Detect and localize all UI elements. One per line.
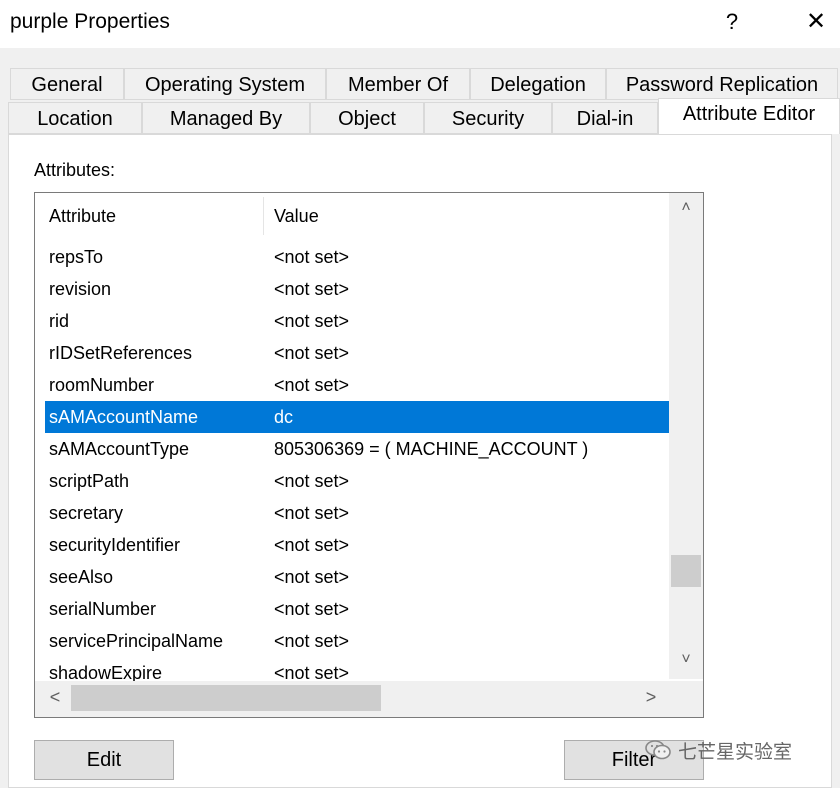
list-row-samaccounttype[interactable]: sAMAccountType 805306369 = ( MACHINE_ACCO… [35,433,669,465]
attribute-value: <not set> [274,279,350,299]
attribute-name: seeAlso [49,567,114,587]
attribute-name: secretary [49,503,124,523]
scroll-up-icon[interactable]: ˄ [669,199,703,229]
horizontal-scrollbar[interactable]: < > [35,681,703,717]
tab-dial-in[interactable]: Dial-in [552,102,658,134]
horizontal-scroll-thumb[interactable] [71,685,381,711]
chat-bubbles-icon [645,740,671,760]
vertical-scroll-thumb[interactable] [671,555,701,587]
list-row-serviceprincipalname[interactable]: servicePrincipalName <not set> [35,625,669,657]
close-button[interactable]: ✕ [796,4,836,40]
watermark: 七芒星实验室 [644,736,792,764]
attribute-name: repsTo [49,247,104,267]
list-row-ridsetreferences[interactable]: rIDSetReferences <not set> [35,337,669,369]
attribute-value: <not set> [274,503,350,523]
attribute-name: rIDSetReferences [49,343,193,363]
scroll-right-icon[interactable]: > [639,687,663,711]
tab-operating-system[interactable]: Operating System [124,68,326,100]
vertical-scrollbar[interactable]: ˄ ˅ [669,193,703,679]
title-bar: purple Properties ? ✕ [0,0,840,48]
attribute-value: <not set> [274,375,350,395]
list-row-repsto[interactable]: repsTo <not set> [35,241,669,273]
attribute-value: <not set> [274,247,350,267]
tab-member-of[interactable]: Member Of [326,68,470,100]
tab-password-replication[interactable]: Password Replication [606,68,838,100]
attribute-name: roomNumber [49,375,155,395]
help-button[interactable]: ? [712,4,752,40]
tab-location[interactable]: Location [8,102,142,134]
tab-attribute-editor[interactable]: Attribute Editor [658,98,840,134]
column-header-value[interactable]: Value [274,193,319,239]
list-row-securityidentifier[interactable]: securityIdentifier <not set> [35,529,669,561]
tab-delegation[interactable]: Delegation [470,68,606,100]
attribute-name: scriptPath [49,471,130,491]
column-header-attribute[interactable]: Attribute [49,193,116,239]
list-row-scriptpath[interactable]: scriptPath <not set> [35,465,669,497]
attribute-value: <not set> [274,631,350,651]
tab-object[interactable]: Object [310,102,424,134]
attribute-value: dc [274,407,294,427]
attribute-value: <not set> [274,567,350,587]
list-row-roomnumber[interactable]: roomNumber <not set> [35,369,669,401]
attribute-value: <not set> [274,471,350,491]
tab-security[interactable]: Security [424,102,552,134]
watermark-text: 七芒星实验室 [678,741,793,763]
list-rows: repsTo <not set> revision <not set> rid <no… [35,241,669,689]
attribute-name: rid [49,311,70,331]
scroll-left-icon[interactable]: < [43,687,67,711]
attribute-name: securityIdentifier [49,535,181,555]
attribute-name: serialNumber [49,599,157,619]
attribute-value: 805306369 = ( MACHINE_ACCOUNT ) [274,439,589,459]
attribute-name: sAMAccountType [49,439,190,459]
edit-button[interactable]: Edit [34,740,174,780]
list-row-rid[interactable]: rid <not set> [35,305,669,337]
tab-general[interactable]: General [10,68,124,100]
attributes-label: Attributes: [34,160,116,180]
tab-managed-by[interactable]: Managed By [142,102,310,134]
window-title: purple Properties [10,10,170,33]
list-row-serialnumber[interactable]: serialNumber <not set> [35,593,669,625]
attribute-value: <not set> [274,535,350,555]
attribute-name: sAMAccountName [49,407,199,427]
attributes-list[interactable]: Attribute Value repsTo <not set> revision… [34,192,704,718]
column-divider[interactable] [263,197,264,235]
list-row-seealso[interactable]: seeAlso <not set> [35,561,669,593]
attribute-value: <not set> [274,599,350,619]
list-header: Attribute Value [35,193,669,239]
attribute-name: servicePrincipalName [49,631,224,651]
list-row-revision[interactable]: revision <not set> [35,273,669,305]
attribute-value: <not set> [274,343,350,363]
attribute-value: <not set> [274,311,350,331]
attribute-name: revision [49,279,112,299]
list-row-secretary[interactable]: secretary <not set> [35,497,669,529]
scroll-down-icon[interactable]: ˅ [669,651,703,681]
list-row-samaccountname-selected[interactable]: sAMAccountName dc [45,401,669,433]
